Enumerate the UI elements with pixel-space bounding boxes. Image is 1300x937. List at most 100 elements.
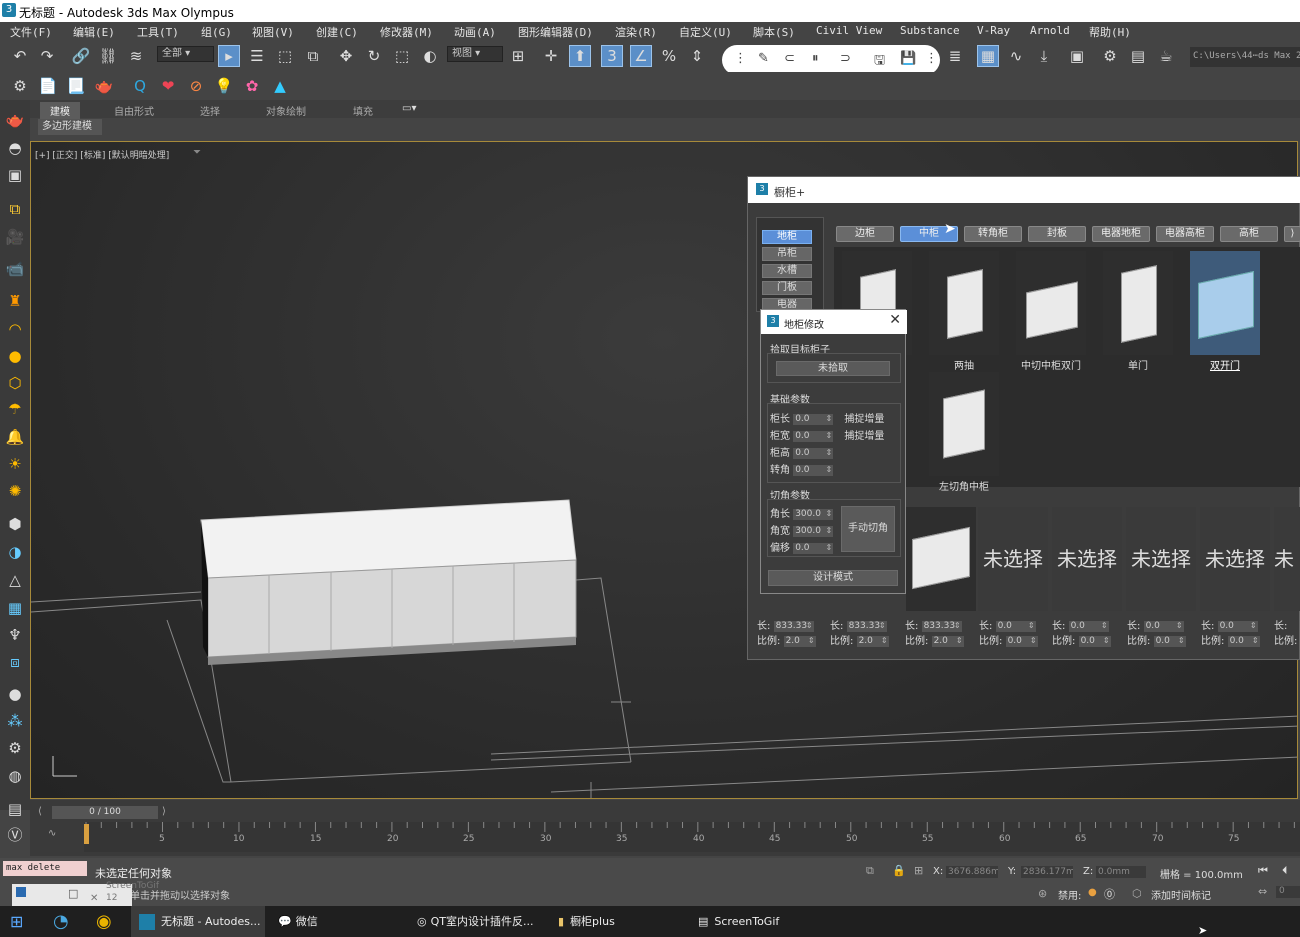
scale-icon[interactable]: ⬚ <box>391 45 413 67</box>
adaptive-degradation-icon[interactable]: ⊛ <box>1038 887 1047 900</box>
menu-rendering[interactable]: 渲染(R) <box>615 24 657 40</box>
corner-width-input[interactable]: 300.0 <box>793 525 834 537</box>
lock-icon[interactable]: 🔒 <box>892 864 906 877</box>
toggle-ribbon-icon[interactable]: ▦ <box>977 45 999 67</box>
slot-empty-4[interactable]: 未选择 <box>978 507 1048 611</box>
globe-icon[interactable]: ◑ <box>4 541 26 563</box>
snap-increment-button[interactable]: 捕捉增量 <box>844 414 884 425</box>
tab-filler-panel[interactable]: 封板 <box>1028 226 1086 242</box>
snaps-toggle-icon[interactable]: 3 <box>601 45 623 67</box>
tab-more[interactable]: ⟩ <box>1284 226 1300 242</box>
slot-6-ratio[interactable]: 0.0 <box>1153 635 1186 647</box>
layers-ball-icon[interactable]: ◍ <box>4 765 26 787</box>
material-ball-icon[interactable]: ● <box>4 683 26 705</box>
geosphere-icon[interactable]: ⬡ <box>4 372 26 394</box>
sphere-create-icon[interactable]: ◓ <box>4 137 26 159</box>
track-bar[interactable]: 5 10 15 20 25 30 35 40 45 50 55 60 65 70… <box>84 822 1300 852</box>
slot-4-ratio[interactable]: 0.0 <box>1005 635 1038 647</box>
light-icon[interactable]: 💡 <box>213 75 235 97</box>
grass-icon[interactable]: ♆ <box>4 624 26 646</box>
task-3dsmax[interactable]: 无标题 - Autodes... <box>131 906 265 937</box>
save-as-icon[interactable]: 💾 <box>900 51 916 66</box>
select-object-icon[interactable]: ▸ <box>218 45 240 67</box>
slot-1-ratio[interactable]: 2.0 <box>783 635 816 647</box>
sun-icon[interactable]: ☀ <box>4 453 26 475</box>
multi-ball-icon[interactable]: ⁂ <box>4 710 26 732</box>
ribbon-options-icon[interactable]: ▭▾ <box>402 103 416 114</box>
undo-icon[interactable]: ↶ <box>9 45 31 67</box>
prev-icon[interactable]: ⊂ <box>784 51 795 66</box>
rect-selection-icon[interactable]: ⬚ <box>274 45 296 67</box>
particles-icon[interactable]: ✿ <box>241 75 263 97</box>
slot-empty-7[interactable]: 未选择 <box>1200 507 1270 611</box>
curve-editor-icon[interactable]: ∿ <box>1005 45 1027 67</box>
percent-snap-icon[interactable]: % <box>658 45 680 67</box>
slot-empty-8[interactable]: 未选 <box>1274 507 1300 611</box>
camera-icon[interactable]: 🎥 <box>4 226 26 248</box>
pivot-center-icon[interactable]: ⊞ <box>507 45 529 67</box>
menu-graph-editors[interactable]: 图形编辑器(D) <box>518 24 593 40</box>
tab-modeling[interactable]: 建模 <box>40 102 80 119</box>
task-cabinet-plus[interactable]: ▮ 橱柜plus <box>554 906 684 937</box>
slot-2-ratio[interactable]: 2.0 <box>856 635 889 647</box>
manual-cut-button[interactable]: 手动切角 <box>841 506 895 552</box>
slot-1-length[interactable]: 833.33 <box>773 620 814 632</box>
vray-icon[interactable]: Ⓥ <box>4 824 26 846</box>
stg-square-icon[interactable]: □ <box>68 887 78 900</box>
isolate-icon[interactable]: ⧉ <box>866 864 874 878</box>
slot-3-length[interactable]: 833.33 <box>921 620 962 632</box>
y-coord[interactable]: 2836.177m <box>1021 866 1073 878</box>
box-create-icon[interactable]: ▣ <box>4 164 26 186</box>
slot-3-ratio[interactable]: 2.0 <box>931 635 964 647</box>
search-q-icon[interactable]: Q <box>129 75 151 97</box>
keyboard-shortcut-override-icon[interactable]: ⬆ <box>569 45 591 67</box>
grid-tool-icon[interactable]: ▦ <box>4 597 26 619</box>
render-toggle-icon[interactable]: ▤ <box>4 798 26 820</box>
slot-empty-6[interactable]: 未选择 <box>1126 507 1196 611</box>
slot-7-ratio[interactable]: 0.0 <box>1227 635 1260 647</box>
menu-customize[interactable]: 自定义(U) <box>679 24 732 40</box>
burst-icon[interactable]: ✺ <box>4 480 26 502</box>
category-sink[interactable]: 水槽 <box>762 264 812 278</box>
ball-icon[interactable]: ● <box>4 345 26 367</box>
mushroom-icon[interactable]: ☂ <box>4 398 26 420</box>
cube-icon[interactable]: ⬢ <box>4 513 26 535</box>
table-lamp-icon[interactable]: ♜ <box>4 290 26 312</box>
heart-tool-icon[interactable]: ❤ <box>157 75 179 97</box>
task-qt-feedback[interactable]: ◎ QT室内设计插件反... <box>413 906 549 937</box>
curve-editor-mini-icon[interactable]: ∿ <box>48 828 56 839</box>
cabinet-thumb-single-door[interactable]: 单门 <box>1103 251 1173 372</box>
tab-populate[interactable]: 填充 <box>353 103 373 118</box>
bind-spacewarp-icon[interactable]: ≋ <box>125 45 147 67</box>
rendered-frame-icon[interactable]: ▤ <box>1127 45 1149 67</box>
slot-5-length[interactable]: 0.0 <box>1068 620 1109 632</box>
menu-help[interactable]: 帮助(H) <box>1089 24 1131 40</box>
menu-civil-view[interactable]: Civil View <box>816 24 882 37</box>
window-crossing-icon[interactable]: ⧉ <box>302 45 324 67</box>
cabinet-height-input[interactable]: 0.0 <box>793 447 834 459</box>
menu-substance[interactable]: Substance <box>900 24 960 37</box>
pyramid-icon[interactable]: △ <box>4 569 26 591</box>
slot-2-length[interactable]: 833.33 <box>846 620 887 632</box>
windows-start-icon[interactable]: ⊞ <box>10 912 23 931</box>
next-frame-icon[interactable]: ⟩ <box>162 806 166 817</box>
mirror-tool-icon[interactable]: ⧈ <box>4 651 26 673</box>
slot-7-length[interactable]: 0.0 <box>1217 620 1258 632</box>
menu-edit[interactable]: 编辑(E) <box>73 24 115 40</box>
teapot-render-icon[interactable]: 🫖 <box>93 75 115 97</box>
grip-icon[interactable]: ⋮ <box>734 51 747 66</box>
pause-icon[interactable]: ⏸ <box>812 51 819 66</box>
clone-icon[interactable]: ⧉ <box>4 198 26 220</box>
triangle-tool-icon[interactable]: ▲ <box>269 75 291 97</box>
tab-tall-cabinet[interactable]: 高柜 <box>1220 226 1278 242</box>
redo-icon[interactable]: ↷ <box>36 45 58 67</box>
tab-selection[interactable]: 选择 <box>200 103 220 118</box>
menu-modifiers[interactable]: 修改器(M) <box>380 24 433 40</box>
unlink-icon[interactable]: ⛓ <box>97 45 119 67</box>
tab-appliance-tall[interactable]: 电器高柜 <box>1156 226 1214 242</box>
menu-animation[interactable]: 动画(A) <box>454 24 496 40</box>
pick-target-button[interactable]: 未拾取 <box>776 361 890 376</box>
z-coord[interactable]: 0.0mm <box>1096 866 1146 878</box>
offset-input[interactable]: 0.0 <box>793 542 834 554</box>
tab-corner-cabinet[interactable]: 转角柜 <box>964 226 1022 242</box>
